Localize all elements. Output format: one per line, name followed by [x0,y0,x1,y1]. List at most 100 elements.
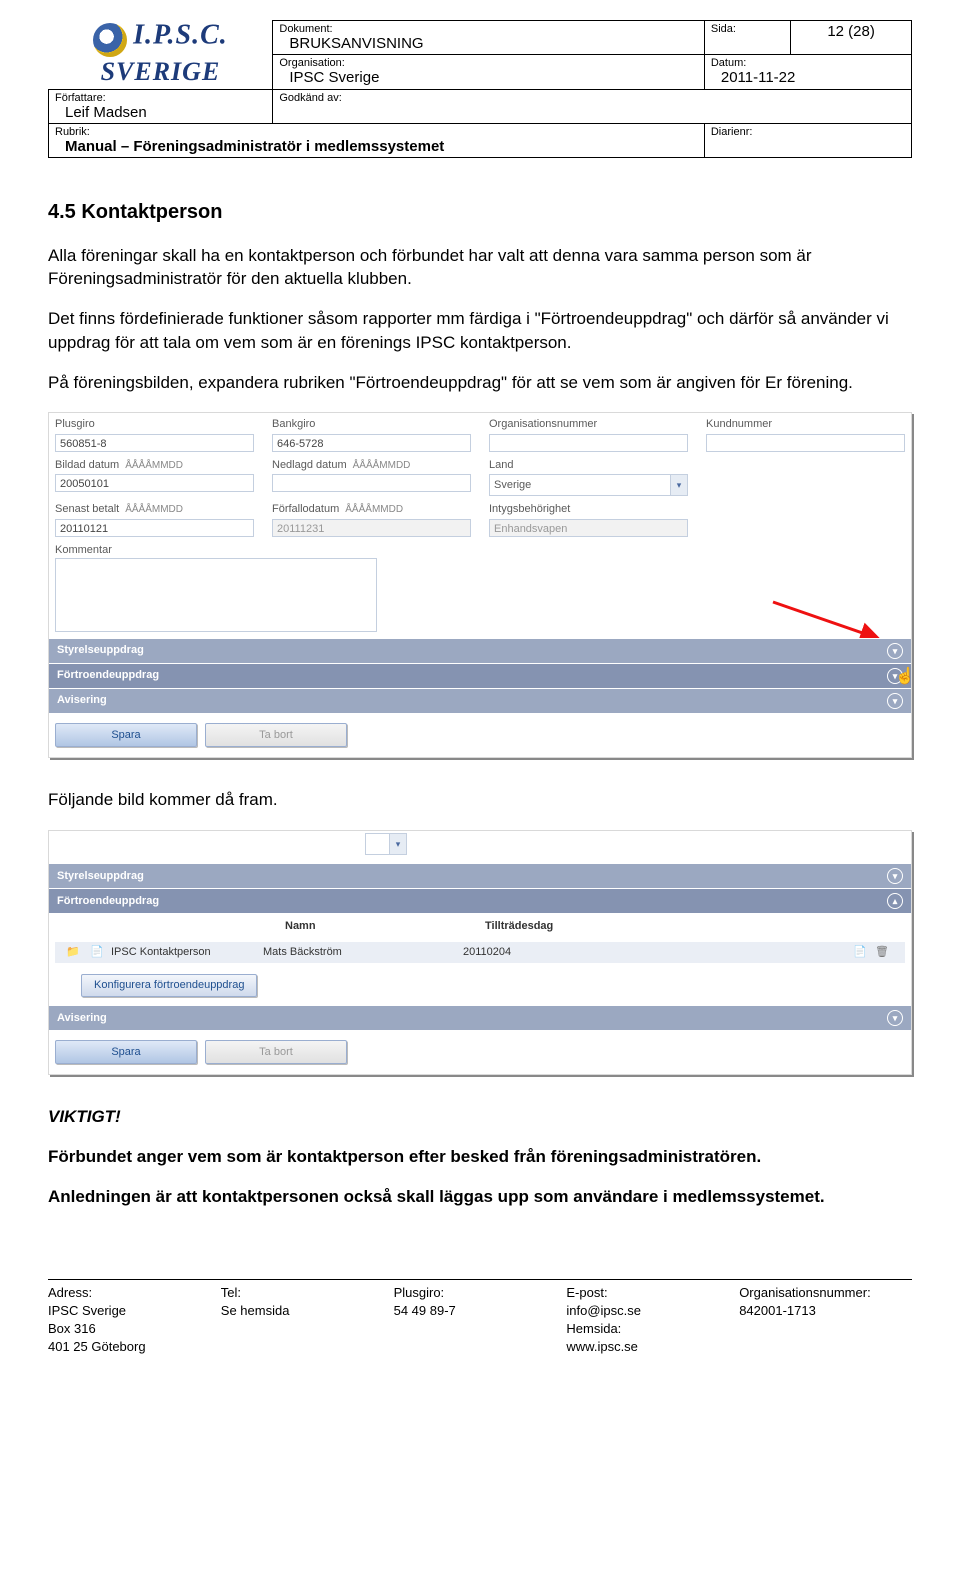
textarea-kommentar[interactable] [55,558,377,632]
logo: I.P.S.C. SVERIGE [49,21,273,90]
expand-icon: ▾ [887,1010,903,1026]
foot-epost: info@ipsc.se [566,1302,739,1320]
val-rubrik: Manual – Föreningsadministratör i medlem… [55,138,698,155]
delete-button[interactable]: Ta bort [205,723,347,747]
hint-bildad: ÅÅÅÅMMDD [125,460,183,471]
val-dokument: BRUKSANVISNING [279,35,697,52]
section-bar-styrelse[interactable]: Styrelseuppdrag ▾ [49,638,911,663]
expand-icon: ▾ [887,643,903,659]
hint-forfallo: ÅÅÅÅMMDD [345,504,403,515]
hint-nedlagd: ÅÅÅÅMMDD [353,460,411,471]
input-bankgiro[interactable]: 646-5728 [272,434,471,452]
lbl-kommentar: Kommentar [55,544,112,556]
bar-label-fortroende: Förtroendeuppdrag [57,668,159,683]
val-sida: 12 (28) [797,23,905,40]
p2: Det finns fördefinierade funktioner såso… [48,307,912,355]
row-date: 20110204 [463,945,623,960]
p4: Följande bild kommer då fram. [48,788,912,812]
cursor-hand-icon: ☝ [895,666,915,688]
label-datum: Datum: [711,57,905,69]
configure-button[interactable]: Konfigurera förtroendeuppdrag [81,974,257,997]
section-bar-avisering-2[interactable]: Avisering ▾ [49,1005,911,1030]
lbl-forfallo: Förfallodatum [272,503,339,515]
input-plusgiro[interactable]: 560851-8 [55,434,254,452]
expand-icon: ▾ [887,868,903,884]
logo-sub: SVERIGE [55,57,267,87]
lbl-kundnr: Kundnummer [706,417,905,432]
save-button-2[interactable]: Spara [55,1040,197,1064]
section-bar-styrelse-2[interactable]: Styrelseuppdrag ▾ [49,863,911,888]
lbl-bankgiro: Bankgiro [272,417,471,432]
foot-plusgiro-label: Plusgiro: [394,1284,567,1302]
col-till: Tillträdesdag [485,919,645,934]
bar-label-styrelse: Styrelseuppdrag [57,643,144,658]
label-forfattare: Författare: [55,92,266,104]
lbl-intyg: Intygsbehörighet [489,502,688,517]
input-senast[interactable]: 20110121 [55,519,254,537]
section-bar-fortroende-2[interactable]: Förtroendeuppdrag▴ [49,888,911,913]
chevron-down-icon [389,834,406,854]
save-button[interactable]: Spara [55,723,197,747]
label-diarienr: Diarienr: [711,126,905,138]
label-godkand: Godkänd av: [279,92,905,104]
foot-hemsida-label: Hemsida: [566,1320,739,1338]
table-row[interactable]: 📁 📄 IPSC Kontaktperson Mats Bäckström 20… [55,941,905,964]
input-intyg: Enhandsvapen [489,519,688,537]
section-bar-avisering[interactable]: Avisering ▾ [49,688,911,713]
edit-icon[interactable]: 📄 [853,945,867,960]
foot-adress-label: Adress: [48,1284,221,1302]
foot-tel-label: Tel: [221,1284,394,1302]
p5: Förbundet anger vem som är kontaktperson… [48,1145,912,1169]
section-heading: 4.5 Kontaktperson [48,198,912,226]
bar-label-avisering-2: Avisering [57,1011,107,1026]
document-header: I.P.S.C. SVERIGE Dokument: BRUKSANVISNIN… [48,20,912,158]
document-icon: 📄 [87,945,107,960]
row-role: IPSC Kontaktperson [111,945,211,960]
body: 4.5 Kontaktperson Alla föreningar skall … [48,198,912,1209]
input-orgnr[interactable] [489,434,688,452]
foot-epost-label: E-post: [566,1284,739,1302]
foot-tel: Se hemsida [221,1302,394,1320]
page: I.P.S.C. SVERIGE Dokument: BRUKSANVISNIN… [0,0,960,1397]
foot-plusgiro: 54 49 89-7 [394,1302,567,1320]
select-land[interactable]: Sverige [489,474,688,496]
bar-label-styrelse-2: Styrelseuppdrag [57,869,144,884]
hint-senast: ÅÅÅÅMMDD [125,504,183,515]
bar-label-avisering: Avisering [57,693,107,708]
p3: På föreningsbilden, expandera rubriken "… [48,371,912,395]
small-select[interactable] [365,833,407,855]
shield-icon [93,23,127,57]
input-forfallo: 20111231 [272,519,471,537]
expand-icon: ▾ [887,693,903,709]
input-bildad[interactable]: 20050101 [55,474,254,492]
lbl-senast: Senast betalt [55,503,119,515]
collapse-icon: ▴ [887,893,903,909]
lbl-land: Land [489,458,688,473]
val-organisation: IPSC Sverige [279,69,697,86]
delete-button-2[interactable]: Ta bort [205,1040,347,1064]
lbl-nedlagd: Nedlagd datum [272,459,347,471]
label-rubrik: Rubrik: [55,126,698,138]
p6: Anledningen är att kontaktpersonen också… [48,1185,912,1209]
p1: Alla föreningar skall ha en kontaktperso… [48,244,912,292]
label-dokument: Dokument: [279,23,697,35]
chevron-down-icon [670,475,687,495]
lbl-bildad: Bildad datum [55,459,119,471]
trash-icon[interactable]: 🗑 [875,945,889,960]
foot-orgnr: 842001-1713 [739,1302,912,1320]
viktigt-heading: VIKTIGT! [48,1105,912,1129]
screenshot-form-1: Plusgiro 560851-8 Bankgiro 646-5728 Orga… [48,412,912,758]
logo-top: I.P.S.C. [133,19,228,50]
foot-orgnr-label: Organisationsnummer: [739,1284,912,1302]
foot-adress-3: 401 25 Göteborg [48,1338,221,1356]
lbl-plusgiro: Plusgiro [55,417,254,432]
foot-hemsida: www.ipsc.se [566,1338,739,1356]
val-datum: 2011-11-22 [711,69,905,86]
val-forfattare: Leif Madsen [55,104,266,121]
input-nedlagd[interactable] [272,474,471,492]
select-land-value: Sverige [490,475,670,495]
label-organisation: Organisation: [279,57,697,69]
section-bar-fortroende[interactable]: Förtroendeuppdrag▾ ☝ [49,663,911,688]
input-kundnr[interactable] [706,434,905,452]
foot-adress-1: IPSC Sverige [48,1302,221,1320]
